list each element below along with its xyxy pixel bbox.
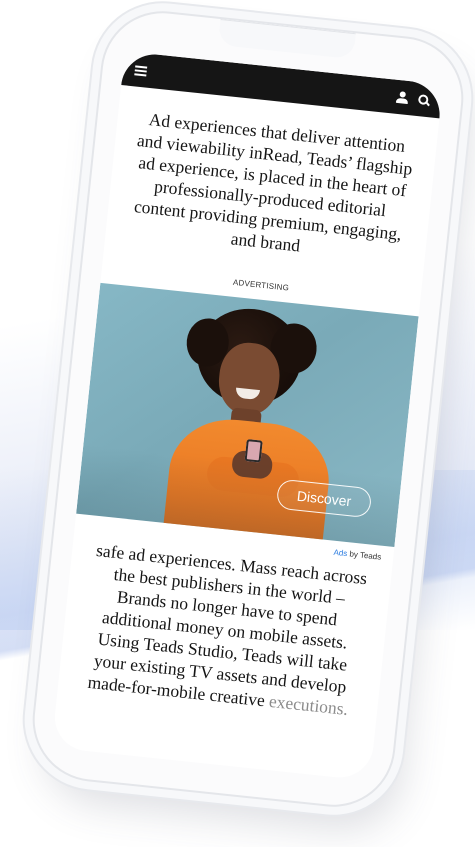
header-actions — [396, 91, 430, 106]
ads-link[interactable]: Ads — [333, 548, 348, 558]
phone-screen: Ad experiences that deliver attention an… — [51, 51, 443, 781]
article-paragraph-2: safe ad experiences. Mass reach across t… — [76, 538, 375, 721]
search-icon[interactable] — [418, 94, 430, 106]
article-paragraph-2-text: safe ad experiences. Mass reach across t… — [86, 539, 369, 711]
ad-credit-by: by Teads — [346, 549, 382, 562]
video-ad[interactable]: Discover — [76, 282, 419, 548]
ad-credit: Ads by Teads — [333, 548, 382, 562]
article-paragraph-1: Ad experiences that deliver attention an… — [133, 109, 414, 256]
user-icon[interactable] — [396, 91, 409, 104]
top-navigation-bar — [121, 51, 443, 119]
hamburger-menu-icon[interactable] — [134, 64, 148, 77]
